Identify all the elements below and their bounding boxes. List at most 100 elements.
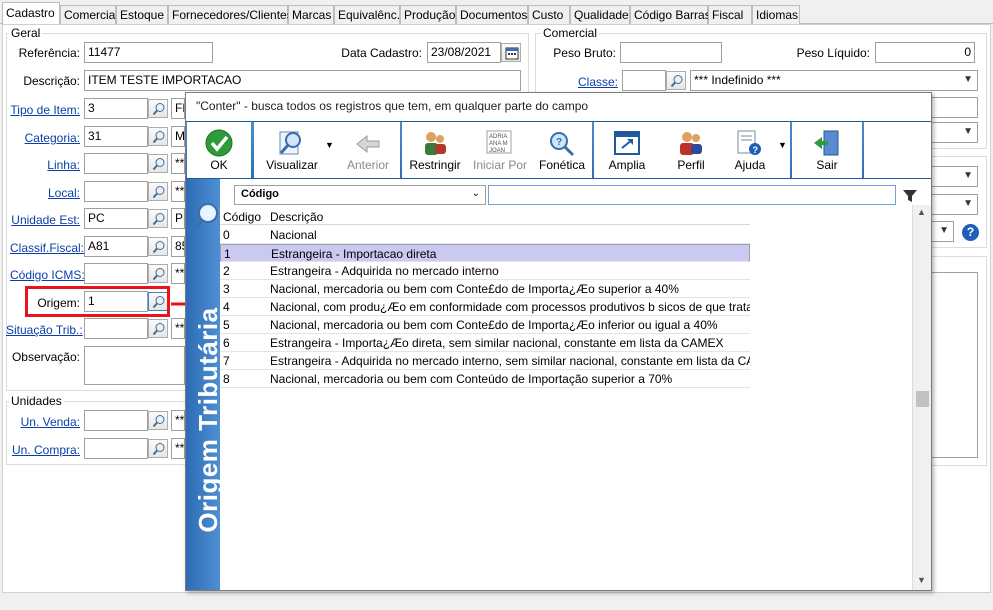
situacao-trib-search-button[interactable] (148, 319, 168, 338)
row-description: Nacional, mercadoria ou bem com Conteúdo… (270, 372, 673, 386)
right-select-4[interactable]: ▼ (930, 221, 954, 242)
tab-documentos[interactable]: Documentos (456, 5, 528, 24)
tab-fornecedores-clientes[interactable]: Fornecedores/Clientes (168, 5, 293, 24)
tab-comercial[interactable]: Comercial (60, 5, 118, 24)
row-code: 4 (223, 300, 230, 314)
right-field-1[interactable] (930, 97, 978, 118)
magnifier-icon (152, 131, 165, 144)
unidade-est-input[interactable]: PC (84, 208, 148, 229)
un-venda-label[interactable]: Un. Venda: (10, 415, 80, 429)
descricao-label: Descrição: (23, 74, 80, 88)
ajuda-dropdown-icon[interactable]: ▼ (778, 140, 787, 150)
toolbar-visualizar-button[interactable]: Visualizar (254, 122, 330, 178)
toolbar-fonetica-button[interactable]: ? Fonética (532, 122, 592, 178)
situacao-trib-label[interactable]: Situação Trib.: (6, 323, 83, 337)
toolbar-ok-button[interactable]: OK (187, 122, 251, 178)
table-row[interactable]: 8 Nacional, mercadoria ou bem com Conteúd… (220, 370, 750, 388)
tab-marcas[interactable]: Marcas (288, 5, 334, 24)
un-venda-input[interactable] (84, 410, 148, 431)
calendar-button[interactable] (501, 43, 521, 62)
tipo-item-search-button[interactable] (148, 99, 168, 118)
toolbar-perfil-button[interactable]: Perfil (660, 122, 722, 178)
classe-label[interactable]: Classe: (540, 75, 618, 89)
table-row[interactable]: 5 Nacional, mercadoria ou bem com Conte£d… (220, 316, 750, 334)
tab-qualidade[interactable]: Qualidade (570, 5, 630, 24)
column-codigo-header[interactable]: Código (223, 210, 261, 224)
classe-search-button[interactable] (666, 71, 686, 90)
peso-liquido-input[interactable]: 0 (875, 42, 975, 63)
linha-search-button[interactable] (148, 154, 168, 173)
classif-fiscal-search-button[interactable] (148, 237, 168, 256)
linha-label[interactable]: Linha: (10, 158, 80, 172)
unidade-est-search-button[interactable] (148, 209, 168, 228)
categoria-search-button[interactable] (148, 127, 168, 146)
un-venda-search-button[interactable] (148, 411, 168, 430)
classe-select[interactable]: *** Indefinido *** ▼ (690, 70, 978, 91)
toolbar-sair-button[interactable]: Sair (792, 122, 862, 178)
toolbar-anterior-button[interactable]: Anterior (338, 122, 398, 178)
un-compra-input[interactable] (84, 438, 148, 459)
situacao-trib-input[interactable] (84, 318, 148, 339)
toolbar-amplia-button[interactable]: Amplia (594, 122, 660, 178)
toolbar-ajuda-button[interactable]: ? Ajuda (722, 122, 778, 178)
categoria-input[interactable]: 31 (84, 126, 148, 147)
local-input[interactable] (84, 181, 148, 202)
filter-search-input[interactable] (488, 185, 896, 205)
right-textarea[interactable] (930, 272, 978, 458)
codigo-icms-search-button[interactable] (148, 264, 168, 283)
codigo-icms-label[interactable]: Código ICMS: (10, 268, 85, 282)
right-select-1[interactable]: ▼ (930, 122, 978, 143)
toolbar-iniciar-por-button[interactable]: ADRIA ANA M JOAN Iniciar Por (468, 122, 532, 178)
categoria-label[interactable]: Categoria: (10, 131, 80, 145)
classif-fiscal-label[interactable]: Classif.Fiscal: (10, 241, 84, 255)
data-cadastro-input[interactable]: 23/08/2021 (427, 42, 501, 63)
table-row[interactable]: 0 Nacional (220, 226, 750, 244)
tab-codigo-barras[interactable]: Código Barras (630, 5, 711, 24)
tipo-item-input[interactable]: 3 (84, 98, 148, 119)
referencia-input[interactable]: 11477 (84, 42, 213, 63)
toolbar-restringir-button[interactable]: Restringir (402, 122, 468, 178)
tab-equivalencia[interactable]: Equivalênc. (334, 5, 400, 24)
toolbar-iniciar-por-label: Iniciar Por (472, 158, 528, 172)
row-description: Nacional, mercadoria ou bem com Conte£do… (270, 282, 679, 296)
classe-input[interactable] (622, 70, 666, 91)
table-row[interactable]: 3 Nacional, mercadoria ou bem com Conte£d… (220, 280, 750, 298)
magnifier-icon (152, 415, 165, 428)
tab-fiscal[interactable]: Fiscal (708, 5, 752, 24)
table-row-selected[interactable]: 1 Estrangeira - Importacao direta (220, 244, 750, 262)
table-row[interactable]: 4 Nacional, com produ¿Æo em conformidade … (220, 298, 750, 316)
table-row[interactable]: 7 Estrangeira - Adquirida no mercado inte… (220, 352, 750, 370)
observacao-textarea[interactable] (84, 346, 185, 385)
results-scrollbar[interactable]: ▲ ▼ (912, 205, 931, 590)
codigo-icms-input[interactable] (84, 263, 148, 284)
scrollbar-thumb[interactable] (916, 391, 929, 407)
un-compra-label[interactable]: Un. Compra: (10, 443, 80, 457)
linha-input[interactable] (84, 153, 148, 174)
help-icon[interactable]: ? (962, 224, 979, 241)
table-row[interactable]: 2 Estrangeira - Adquirida no mercado inte… (220, 262, 750, 280)
un-compra-search-button[interactable] (148, 439, 168, 458)
classif-fiscal-input[interactable]: A81 (84, 236, 148, 257)
filter-field-select[interactable]: Código ⌄ (234, 185, 486, 205)
tab-producao[interactable]: Produção (400, 5, 456, 24)
local-label[interactable]: Local: (10, 186, 80, 200)
descricao-input[interactable]: ITEM TESTE IMPORTACAO (84, 70, 521, 91)
filter-funnel-icon[interactable] (902, 188, 918, 204)
row-description: Estrangeira - Importacao direta (271, 247, 437, 261)
peso-bruto-input[interactable] (620, 42, 722, 63)
tab-cadastro[interactable]: Cadastro (2, 2, 60, 25)
unidade-est-label[interactable]: Unidade Est: (10, 213, 80, 227)
right-select-2[interactable]: ▼ (930, 166, 978, 187)
tab-custo[interactable]: Custo (528, 5, 570, 24)
tab-estoque[interactable]: Estoque (116, 5, 168, 24)
scroll-down-icon[interactable]: ▼ (917, 575, 926, 585)
tab-idiomas[interactable]: Idiomas (752, 5, 800, 24)
visualizar-dropdown-icon[interactable]: ▼ (325, 140, 334, 150)
column-descricao-header[interactable]: Descrição (270, 210, 323, 224)
table-row[interactable]: 6 Estrangeira - Importa¿Æo direta, sem si… (220, 334, 750, 352)
tipo-item-label[interactable]: Tipo de Item: (10, 103, 80, 117)
local-search-button[interactable] (148, 182, 168, 201)
side-banner: Origem Tributária (186, 179, 223, 590)
scroll-up-icon[interactable]: ▲ (917, 207, 926, 217)
right-select-3[interactable]: ▼ (930, 194, 978, 215)
